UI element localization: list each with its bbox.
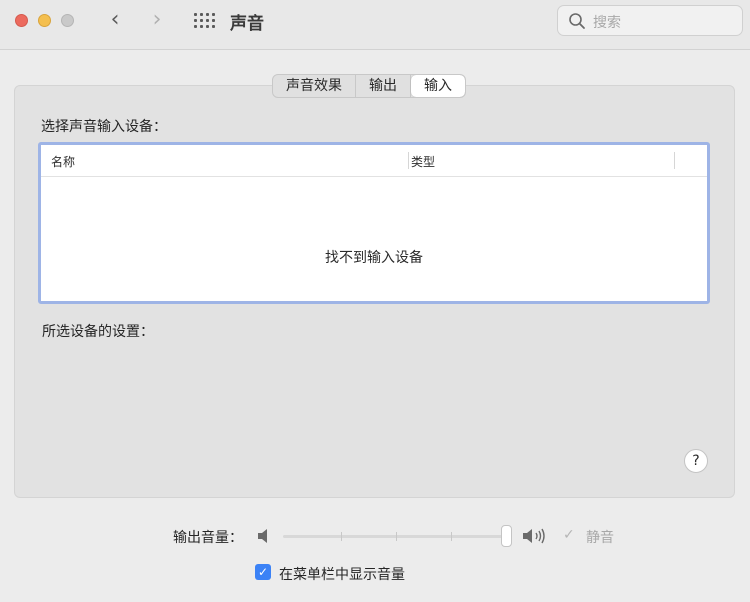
- zoom-window-button[interactable]: [61, 14, 74, 27]
- input-device-table[interactable]: 名称 类型 找不到输入设备: [38, 142, 710, 304]
- search-icon: [569, 13, 585, 29]
- close-window-button[interactable]: [15, 14, 28, 27]
- tab-input[interactable]: 输入: [411, 75, 465, 97]
- minimize-window-button[interactable]: [38, 14, 51, 27]
- tab-bar: 声音效果 输出 输入: [272, 74, 466, 98]
- forward-arrow-icon[interactable]: ›: [146, 9, 168, 31]
- slider-tick: [396, 532, 397, 541]
- column-divider: [408, 152, 409, 169]
- column-divider: [674, 152, 675, 169]
- title-bar: ‹ › 声音 搜索: [0, 0, 750, 50]
- output-volume-label: 输出音量：: [173, 530, 243, 546]
- volume-slider-track[interactable]: [283, 535, 507, 538]
- column-header-name[interactable]: 名称: [51, 153, 75, 170]
- table-header: 名称 类型: [41, 145, 707, 177]
- tab-sound-effects[interactable]: 声音效果: [273, 75, 356, 97]
- show-all-grid-icon[interactable]: [194, 13, 215, 29]
- select-input-device-label: 选择声音输入设备：: [41, 119, 167, 135]
- no-input-devices-message: 找不到输入设备: [325, 250, 423, 266]
- help-button[interactable]: ?: [684, 449, 708, 473]
- column-header-type[interactable]: 类型: [411, 153, 435, 170]
- selected-device-settings-label: 所选设备的设置：: [42, 324, 154, 340]
- show-volume-in-menubar-checkbox[interactable]: ✓: [255, 564, 271, 580]
- speaker-low-icon: [258, 529, 267, 543]
- mute-label: 静音: [586, 530, 614, 546]
- mute-checkbox[interactable]: ✓: [563, 528, 577, 542]
- show-volume-in-menubar-label: 在菜单栏中显示音量: [279, 567, 405, 583]
- search-field[interactable]: 搜索: [557, 5, 743, 36]
- tab-output[interactable]: 输出: [356, 75, 411, 97]
- volume-slider-knob[interactable]: [501, 525, 512, 547]
- slider-tick: [341, 532, 342, 541]
- slider-tick: [451, 532, 452, 541]
- back-arrow-icon[interactable]: ‹: [104, 9, 126, 31]
- speaker-high-icon: [523, 528, 545, 544]
- window-title: 声音: [230, 14, 264, 34]
- search-placeholder: 搜索: [593, 15, 621, 31]
